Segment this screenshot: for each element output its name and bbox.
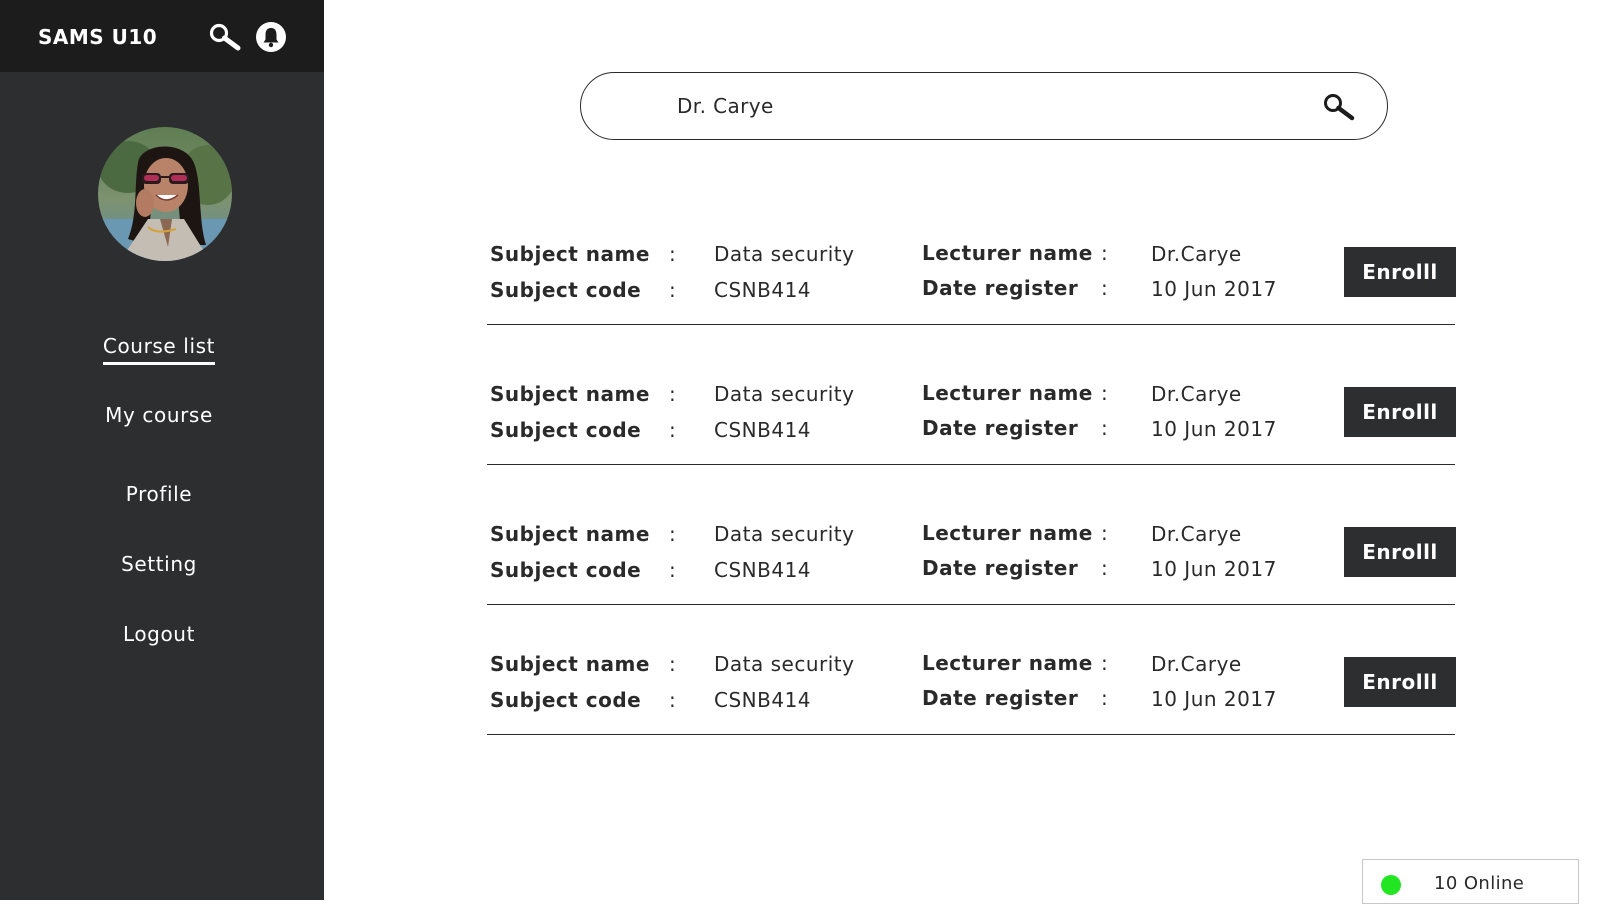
subject-name-value: Data security <box>714 522 855 546</box>
avatar[interactable] <box>98 127 232 261</box>
date-register-value: 10 Jun 2017 <box>1151 277 1277 301</box>
separator: : <box>669 382 677 406</box>
sidebar-item-logout[interactable]: Logout <box>0 622 318 650</box>
lecturer-name-value: Dr.Carye <box>1151 382 1242 406</box>
subject-name-value: Data security <box>714 382 855 406</box>
lecturer-name-label: Lecturer name <box>922 521 1093 545</box>
separator: : <box>669 522 677 546</box>
subject-code-label: Subject code <box>490 418 642 442</box>
subject-name-label: Subject name <box>490 652 650 676</box>
separator: : <box>1101 241 1109 265</box>
subject-name-label: Subject name <box>490 522 650 546</box>
date-register-value: 10 Jun 2017 <box>1151 557 1277 581</box>
subject-code-value: CSNB414 <box>714 278 812 302</box>
date-register-value: 10 Jun 2017 <box>1151 417 1277 441</box>
sidebar-item-setting[interactable]: Setting <box>0 552 318 580</box>
list-item: Subject name : Data security Subject cod… <box>487 640 1456 780</box>
enroll-button[interactable]: Enrolll <box>1344 247 1456 297</box>
search-bar <box>580 72 1388 140</box>
sidebar-item-my-course[interactable]: My course <box>0 403 318 431</box>
subject-code-label: Subject code <box>490 278 642 302</box>
online-count: 10 Online <box>1434 873 1525 894</box>
row-divider <box>487 464 1455 465</box>
date-register-label: Date register <box>922 276 1079 300</box>
subject-code-label: Subject code <box>490 558 642 582</box>
separator: : <box>669 652 677 676</box>
online-status-dot <box>1381 875 1401 895</box>
sidebar: SAMS U10 Course list My course Profile S… <box>0 0 324 900</box>
subject-code-label: Subject code <box>490 688 642 712</box>
subject-code-value: CSNB414 <box>714 418 812 442</box>
sidebar-item-course-list[interactable]: Course list <box>0 334 318 365</box>
row-divider <box>487 734 1455 735</box>
online-status[interactable]: 10 Online <box>1362 859 1579 904</box>
lecturer-name-value: Dr.Carye <box>1151 522 1242 546</box>
lecturer-name-label: Lecturer name <box>922 381 1093 405</box>
subject-code-value: CSNB414 <box>714 558 812 582</box>
sidebar-item-label: Profile <box>125 482 193 506</box>
search-input[interactable] <box>675 87 1275 125</box>
lecturer-name-label: Lecturer name <box>922 651 1093 675</box>
row-divider <box>487 604 1455 605</box>
lecturer-name-label: Lecturer name <box>922 241 1093 265</box>
subject-name-value: Data security <box>714 242 855 266</box>
date-register-label: Date register <box>922 556 1079 580</box>
separator: : <box>669 688 677 712</box>
enroll-button[interactable]: Enrolll <box>1344 527 1456 577</box>
subject-name-label: Subject name <box>490 242 650 266</box>
sidebar-item-label: Course list <box>102 334 216 365</box>
date-register-value: 10 Jun 2017 <box>1151 687 1277 711</box>
separator: : <box>1101 381 1109 405</box>
enroll-button[interactable]: Enrolll <box>1344 387 1456 437</box>
date-register-label: Date register <box>922 686 1079 710</box>
date-register-label: Date register <box>922 416 1079 440</box>
row-divider <box>487 324 1455 325</box>
separator: : <box>1101 276 1109 300</box>
separator: : <box>669 278 677 302</box>
list-item: Subject name : Data security Subject cod… <box>487 370 1456 510</box>
separator: : <box>1101 521 1109 545</box>
subject-name-value: Data security <box>714 652 855 676</box>
list-item: Subject name : Data security Subject cod… <box>487 230 1456 370</box>
separator: : <box>669 558 677 582</box>
sidebar-item-label: Setting <box>121 552 197 576</box>
lecturer-name-value: Dr.Carye <box>1151 242 1242 266</box>
search-icon[interactable] <box>208 22 242 52</box>
separator: : <box>1101 686 1109 710</box>
search-icon[interactable] <box>1321 91 1357 123</box>
sidebar-item-label: My course <box>105 403 213 427</box>
lecturer-name-value: Dr.Carye <box>1151 652 1242 676</box>
subject-code-value: CSNB414 <box>714 688 812 712</box>
separator: : <box>1101 416 1109 440</box>
separator: : <box>1101 556 1109 580</box>
separator: : <box>1101 651 1109 675</box>
sidebar-header: SAMS U10 <box>0 0 324 72</box>
user-avatar-image <box>98 127 232 261</box>
app-title: SAMS U10 <box>38 25 158 49</box>
enroll-button[interactable]: Enrolll <box>1344 657 1456 707</box>
subject-name-label: Subject name <box>490 382 650 406</box>
separator: : <box>669 418 677 442</box>
sidebar-item-label: Logout <box>122 622 196 646</box>
separator: : <box>669 242 677 266</box>
sidebar-item-profile[interactable]: Profile <box>0 482 318 510</box>
bell-icon[interactable] <box>255 21 287 53</box>
list-item: Subject name : Data security Subject cod… <box>487 510 1456 650</box>
